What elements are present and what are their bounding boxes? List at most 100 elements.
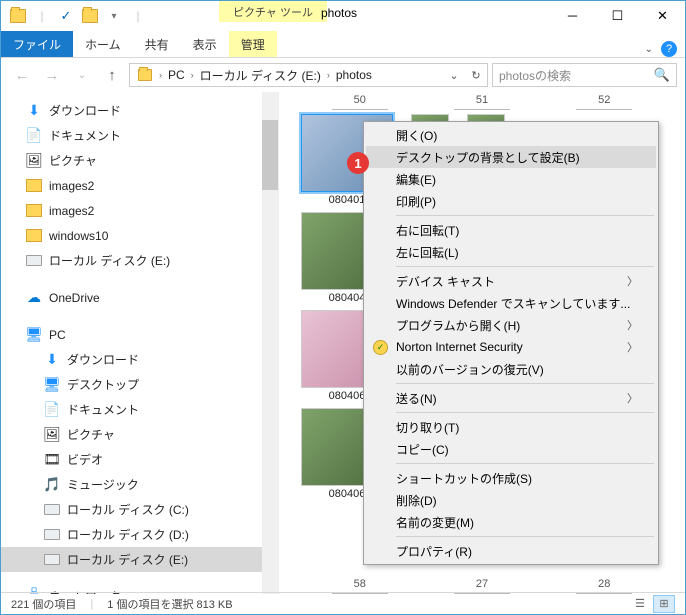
tree-item[interactable]: ローカル ディスク (C:) bbox=[1, 497, 278, 522]
tab-manage[interactable]: 管理 bbox=[229, 31, 277, 57]
ruler: 50 51 52 bbox=[279, 92, 685, 110]
divider: | bbox=[127, 5, 149, 27]
chevron-right-icon[interactable]: › bbox=[156, 70, 165, 80]
tree-item[interactable]: 🎵ミュージック bbox=[1, 472, 278, 497]
tree-label: ローカル ディスク (D:) bbox=[67, 526, 189, 543]
menu-item[interactable]: 名前の変更(M) bbox=[366, 511, 656, 533]
refresh-icon[interactable]: ↻ bbox=[465, 64, 487, 86]
tree-item[interactable]: 🖼ピクチャ bbox=[1, 148, 278, 173]
menu-item[interactable]: 印刷(P) bbox=[366, 190, 656, 212]
menu-item[interactable]: 開く(O) bbox=[366, 124, 656, 146]
ribbon-tabs: ファイル ホーム 共有 表示 管理 ⌄ ? bbox=[1, 31, 685, 58]
tab-file[interactable]: ファイル bbox=[1, 31, 73, 57]
minimize-button[interactable]: ─ bbox=[550, 1, 595, 30]
menu-label: 切り取り(T) bbox=[396, 419, 459, 436]
menu-item[interactable]: プロパティ(R) bbox=[366, 540, 656, 562]
tree-item[interactable]: 📄ドキュメント bbox=[1, 397, 278, 422]
menu-item[interactable]: 削除(D) bbox=[366, 489, 656, 511]
annotation-badge: 1 bbox=[347, 152, 369, 174]
menu-separator bbox=[396, 463, 654, 464]
search-icon[interactable]: 🔍 bbox=[654, 67, 670, 83]
scrollbar[interactable] bbox=[262, 92, 278, 594]
menu-item[interactable]: 右に回転(T) bbox=[366, 219, 656, 241]
menu-label: デバイス キャスト bbox=[396, 273, 495, 290]
tree-label: ドキュメント bbox=[49, 127, 121, 144]
divider: | bbox=[31, 5, 53, 27]
tree-item[interactable]: windows10 bbox=[1, 223, 278, 248]
breadcrumb-drive[interactable]: ローカル ディスク (E:) bbox=[197, 67, 324, 84]
tree-label: ビデオ bbox=[67, 451, 103, 468]
pic-icon: 🖼 bbox=[25, 153, 43, 169]
tree-item[interactable]: ローカル ディスク (E:) bbox=[1, 248, 278, 273]
drive-icon bbox=[25, 253, 43, 269]
menu-item[interactable]: ✓Norton Internet Security〉 bbox=[366, 336, 656, 358]
tree-item[interactable]: 📄 ドキュメント bbox=[1, 123, 278, 148]
menu-item[interactable]: 編集(E) bbox=[366, 168, 656, 190]
chevron-right-icon[interactable]: › bbox=[188, 70, 197, 80]
chevron-right-icon: 〉 bbox=[627, 273, 638, 289]
tree-item[interactable]: 🎞 ビデオ bbox=[1, 447, 278, 472]
details-view-button[interactable]: ☰ bbox=[629, 595, 651, 613]
tree-item[interactable]: images2 bbox=[1, 198, 278, 223]
breadcrumb-pc[interactable]: PC bbox=[165, 68, 188, 82]
tree-item[interactable]: images2 bbox=[1, 173, 278, 198]
tab-share[interactable]: 共有 bbox=[133, 31, 181, 57]
shield-icon: ✓ bbox=[373, 340, 388, 355]
chevron-right-icon[interactable]: › bbox=[324, 70, 333, 80]
drive-icon bbox=[43, 502, 61, 518]
tree-label: OneDrive bbox=[49, 291, 100, 305]
menu-item[interactable]: コピー(C) bbox=[366, 438, 656, 460]
menu-item[interactable]: プログラムから開く(H)〉 bbox=[366, 314, 656, 336]
tree-item[interactable]: 🖼ピクチャ bbox=[1, 422, 278, 447]
breadcrumb-folder[interactable]: photos bbox=[333, 68, 375, 82]
tree-item[interactable]: 🖥PC bbox=[1, 322, 278, 347]
menu-label: 編集(E) bbox=[396, 171, 436, 188]
help-icon[interactable]: ? bbox=[661, 41, 677, 57]
tree-item[interactable]: ☁OneDrive bbox=[1, 285, 278, 310]
menu-label: 左に回転(L) bbox=[396, 244, 459, 261]
menu-label: Windows Defender でスキャンしています... bbox=[396, 295, 630, 312]
properties-icon[interactable]: ✓ bbox=[55, 5, 77, 27]
quick-access-toolbar: | ✓ ▾ | bbox=[1, 5, 149, 27]
thumbnails-view-button[interactable]: ⊞ bbox=[653, 595, 675, 613]
menu-item[interactable]: 送る(N)〉 bbox=[366, 387, 656, 409]
menu-item[interactable]: 以前のバージョンの復元(V) bbox=[366, 358, 656, 380]
folder-icon[interactable] bbox=[7, 5, 29, 27]
history-dropdown-icon[interactable]: ⌄ bbox=[443, 64, 465, 86]
search-input[interactable]: photosの検索 🔍 bbox=[492, 63, 677, 87]
selection-info: 1 個の項目を選択 813 KB bbox=[107, 596, 232, 612]
menu-item[interactable]: 左に回転(L) bbox=[366, 241, 656, 263]
back-button[interactable]: ← bbox=[9, 62, 35, 88]
up-button[interactable]: ↑ bbox=[99, 62, 125, 88]
tree-item[interactable]: 🖥デスクトップ bbox=[1, 372, 278, 397]
menu-item[interactable]: Windows Defender でスキャンしています... bbox=[366, 292, 656, 314]
menu-item[interactable]: デスクトップの背景として設定(B) bbox=[366, 146, 656, 168]
tree-item[interactable]: ローカル ディスク (E:) bbox=[1, 547, 278, 572]
doc-icon: 📄 bbox=[25, 128, 43, 144]
ribbon-expand-icon[interactable]: ⌄ bbox=[645, 44, 653, 55]
new-folder-icon[interactable] bbox=[79, 5, 101, 27]
tree-label: ダウンロード bbox=[67, 351, 139, 368]
recent-dropdown-icon[interactable]: ⌄ bbox=[69, 62, 95, 88]
tree-label: ミュージック bbox=[67, 476, 139, 493]
menu-label: 以前のバージョンの復元(V) bbox=[396, 361, 544, 378]
tree-item[interactable]: ⬇ダウンロード bbox=[1, 347, 278, 372]
tab-home[interactable]: ホーム bbox=[73, 31, 133, 57]
tree-item[interactable]: ⬇ダウンロード bbox=[1, 98, 278, 123]
video-icon: 🎞 bbox=[43, 452, 61, 468]
doc-icon: 📄 bbox=[43, 402, 61, 418]
tree-item[interactable]: ローカル ディスク (D:) bbox=[1, 522, 278, 547]
tab-view[interactable]: 表示 bbox=[181, 31, 229, 57]
drive-icon bbox=[43, 552, 61, 568]
address-bar[interactable]: › PC › ローカル ディスク (E:) › photos ⌄ ↻ bbox=[129, 63, 488, 87]
qat-customize-icon[interactable]: ▾ bbox=[103, 5, 125, 27]
ruler-mark: 52 bbox=[576, 94, 632, 110]
forward-button[interactable]: → bbox=[39, 62, 65, 88]
scrollbar-thumb[interactable] bbox=[262, 120, 278, 190]
maximize-button[interactable]: ☐ bbox=[595, 1, 640, 30]
menu-item[interactable]: ショートカットの作成(S) bbox=[366, 467, 656, 489]
navigation-pane: ⬇ダウンロード📄ドキュメント🖼ピクチャimages2images2windows… bbox=[1, 92, 279, 594]
menu-item[interactable]: デバイス キャスト 〉 bbox=[366, 270, 656, 292]
close-button[interactable]: ✕ bbox=[640, 1, 685, 30]
menu-item[interactable]: 切り取り(T) bbox=[366, 416, 656, 438]
